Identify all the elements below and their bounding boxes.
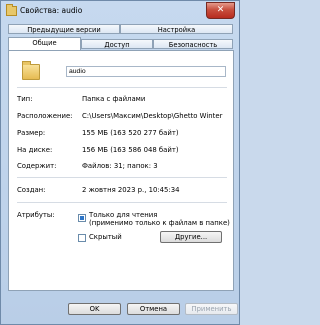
size-value: 155 МБ (163 520 277 байт) <box>82 129 179 137</box>
type-value: Папка с файлами <box>82 95 146 103</box>
size-label: Размер: <box>17 129 46 137</box>
separator <box>17 177 227 178</box>
tab-settings[interactable]: Настройка <box>120 24 233 34</box>
tab-general[interactable]: Общие <box>8 37 81 50</box>
contains-value: Файлов: 31; папок: 3 <box>82 162 158 170</box>
separator <box>17 202 227 203</box>
advanced-button[interactable]: Другие... <box>160 231 222 243</box>
readonly-note: (применимо только к файлам в папке) <box>89 219 230 227</box>
contains-label: Содержит: <box>17 162 57 170</box>
separator <box>17 87 227 88</box>
created-label: Создан: <box>17 186 46 194</box>
readonly-checkbox[interactable] <box>78 214 86 222</box>
tab-security[interactable]: Безопасность <box>153 39 233 49</box>
disk-size-label: На диске: <box>17 146 53 154</box>
cancel-button[interactable]: Отмена <box>127 303 180 315</box>
title-bar[interactable]: Свойства: audio ✕ <box>1 1 239 21</box>
tab-sharing[interactable]: Доступ <box>81 39 153 49</box>
location-label: Расположение: <box>17 112 73 120</box>
close-button[interactable]: ✕ <box>206 2 235 19</box>
hidden-checkbox[interactable] <box>78 234 86 242</box>
tab-previous-versions[interactable]: Предыдущие версии <box>8 24 120 34</box>
folder-name-input[interactable] <box>66 66 226 77</box>
type-label: Тип: <box>17 95 33 103</box>
folder-large-icon <box>22 61 40 80</box>
disk-size-value: 156 МБ (163 586 048 байт) <box>82 146 179 154</box>
folder-icon <box>6 4 17 16</box>
attributes-label: Атрибуты: <box>17 211 55 219</box>
apply-button[interactable]: Применить <box>185 303 238 315</box>
window-title: Свойства: audio <box>20 6 83 15</box>
tab-strip: Предыдущие версии Настройка Общие Доступ… <box>8 24 235 50</box>
hidden-label: Скрытый <box>89 233 122 241</box>
ok-button[interactable]: OK <box>68 303 121 315</box>
general-tab-panel: Тип: Папка с файлами Расположение: C:\Us… <box>8 50 234 291</box>
location-value: C:\Users\Максим\Desktop\Ghetto Winter <box>82 112 223 120</box>
properties-window: Свойства: audio ✕ Предыдущие версии Наст… <box>0 0 240 325</box>
created-value: 2 жовтня 2023 р., 10:45:34 <box>82 186 180 194</box>
readonly-label: Только для чтения <box>89 211 158 219</box>
